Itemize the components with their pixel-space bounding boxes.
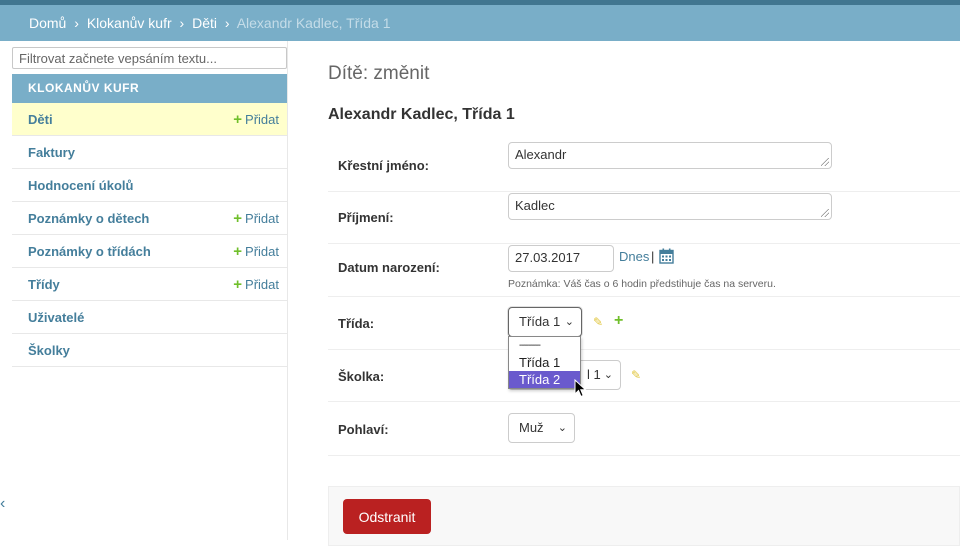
dropdown-option-trida-1[interactable]: Třída 1 <box>509 354 580 371</box>
breadcrumb-home[interactable]: Domů <box>29 15 66 31</box>
class-dropdown-list: --------- Třída 1 Třída 2 <box>508 336 581 389</box>
breadcrumb-app[interactable]: Klokanův kufr <box>87 15 172 31</box>
gender-select[interactable]: Muž ⌄ <box>508 413 575 443</box>
form-row-school: Školka: l 1 ⌄ ✎ <box>328 350 960 402</box>
breadcrumb-separator: › <box>179 15 185 31</box>
school-label: Školka: <box>338 369 385 384</box>
module-title[interactable]: Klokanův kufr <box>12 74 287 103</box>
dropdown-option-empty[interactable]: --------- <box>509 337 580 354</box>
form-row-first-name: Křestní jméno: Alexandr <box>328 141 960 192</box>
object-title: Alexandr Kadlec, Třída 1 <box>328 106 515 123</box>
sidebar-item-label[interactable]: Uživatelé <box>28 310 84 325</box>
dropdown-option-trida-2[interactable]: Třída 2 <box>509 371 580 388</box>
sidebar-item-deti[interactable]: Děti + Přidat <box>12 103 287 136</box>
class-label: Třída: <box>338 316 375 331</box>
nav-filter-input[interactable] <box>12 47 287 69</box>
last-name-field[interactable]: Kadlec <box>508 193 832 220</box>
sidebar-item-label[interactable]: Třídy <box>28 277 60 292</box>
collapse-sidebar-icon[interactable]: ‹ <box>0 495 5 513</box>
edit-school-pencil-icon[interactable]: ✎ <box>631 368 641 382</box>
breadcrumb-current: Alexandr Kadlec, Třída 1 <box>236 15 391 31</box>
delete-button[interactable]: Odstranit <box>343 499 431 534</box>
add-poznamky-tridy-link[interactable]: + Přidat <box>233 235 279 268</box>
resize-handle-icon[interactable] <box>821 158 829 166</box>
gender-label: Pohlaví: <box>338 422 389 437</box>
birth-date-label: Datum narození: <box>338 260 440 275</box>
sidebar-item-uzivatele[interactable]: Uživatelé <box>12 301 287 334</box>
last-name-label: Příjmení: <box>338 210 394 225</box>
date-separator: | <box>651 249 655 264</box>
submit-row: Odstranit <box>328 486 960 546</box>
sidebar: Klokanův kufr Děti +Přidat Faktury Hodno… <box>0 41 288 540</box>
calendar-icon[interactable] <box>659 248 674 269</box>
birth-date-field[interactable]: 27.03.2017 <box>508 245 614 272</box>
breadcrumb-separator: › <box>74 15 79 31</box>
first-name-label: Křestní jméno: <box>338 158 430 173</box>
timezone-help-text: Poznámka: Váš čas o 6 hodin předstihuje … <box>508 278 776 290</box>
sidebar-item-label[interactable]: Poznámky o třídách <box>28 244 151 259</box>
first-name-value: Alexandr <box>515 147 567 162</box>
last-name-value: Kadlec <box>515 198 555 213</box>
sidebar-item-poznamky-deti[interactable]: Poznámky o dětech + Přidat <box>12 202 287 235</box>
app-module: Klokanův kufr Děti + Přidat Faktury Hodno… <box>12 74 287 367</box>
add-poznamky-deti-link[interactable]: + Přidat <box>233 202 279 235</box>
sidebar-item-label[interactable]: Poznámky o dětech <box>28 211 149 226</box>
plus-icon: + <box>233 243 243 260</box>
edit-class-pencil-icon[interactable]: ✎ <box>593 315 603 329</box>
add-tridy-link[interactable]: + Přidat <box>233 268 279 301</box>
mouse-cursor-icon <box>574 378 587 403</box>
plus-icon: + <box>233 210 243 227</box>
sidebar-item-hodnoceni[interactable]: Hodnocení úkolů <box>12 169 287 202</box>
resize-handle-icon[interactable] <box>821 209 829 217</box>
chevron-down-icon: ⌄ <box>564 316 574 328</box>
form-row-class: Třída: Třída 1 ⌄ ✎ + <box>328 297 960 350</box>
add-class-plus-icon[interactable]: + <box>614 312 623 330</box>
first-name-field[interactable]: Alexandr <box>508 142 832 169</box>
plus-icon: + <box>233 276 243 293</box>
chevron-down-icon: ⌄ <box>603 369 613 381</box>
sidebar-item-label[interactable]: Děti <box>28 112 53 127</box>
breadcrumb-separator: › <box>224 15 230 31</box>
today-link[interactable]: Dnes <box>619 249 649 264</box>
sidebar-item-label[interactable]: Hodnocení úkolů <box>28 178 133 193</box>
sidebar-item-label[interactable]: Školky <box>28 343 70 358</box>
sidebar-item-skolky[interactable]: Školky <box>12 334 287 367</box>
form-row-last-name: Příjmení: Kadlec <box>328 192 960 244</box>
breadcrumb: Domů › Klokanův kufr › Děti › Alexandr K… <box>0 5 960 41</box>
gender-select-value: Muž <box>519 420 544 435</box>
plus-icon: + <box>233 111 243 128</box>
sidebar-item-faktury[interactable]: Faktury <box>12 136 287 169</box>
school-select-value: l 1 <box>587 367 601 382</box>
class-select[interactable]: Třída 1 ⌄ <box>508 307 582 337</box>
sidebar-item-poznamky-tridy[interactable]: Poznámky o třídách + Přidat <box>12 235 287 268</box>
breadcrumb-model[interactable]: Děti <box>192 15 217 31</box>
page-title: Dítě: změnit <box>328 63 430 84</box>
add-deti-link[interactable]: + Přidat <box>233 103 279 136</box>
form-row-birth-date: Datum narození: 27.03.2017 Dnes | Poznám… <box>328 244 960 297</box>
chevron-down-icon: ⌄ <box>557 422 567 434</box>
form-row-gender: Pohlaví: Muž ⌄ <box>328 402 960 456</box>
sidebar-item-tridy[interactable]: Třídy + Přidat <box>12 268 287 301</box>
sidebar-item-label[interactable]: Faktury <box>28 145 75 160</box>
class-select-value: Třída 1 <box>519 314 561 329</box>
